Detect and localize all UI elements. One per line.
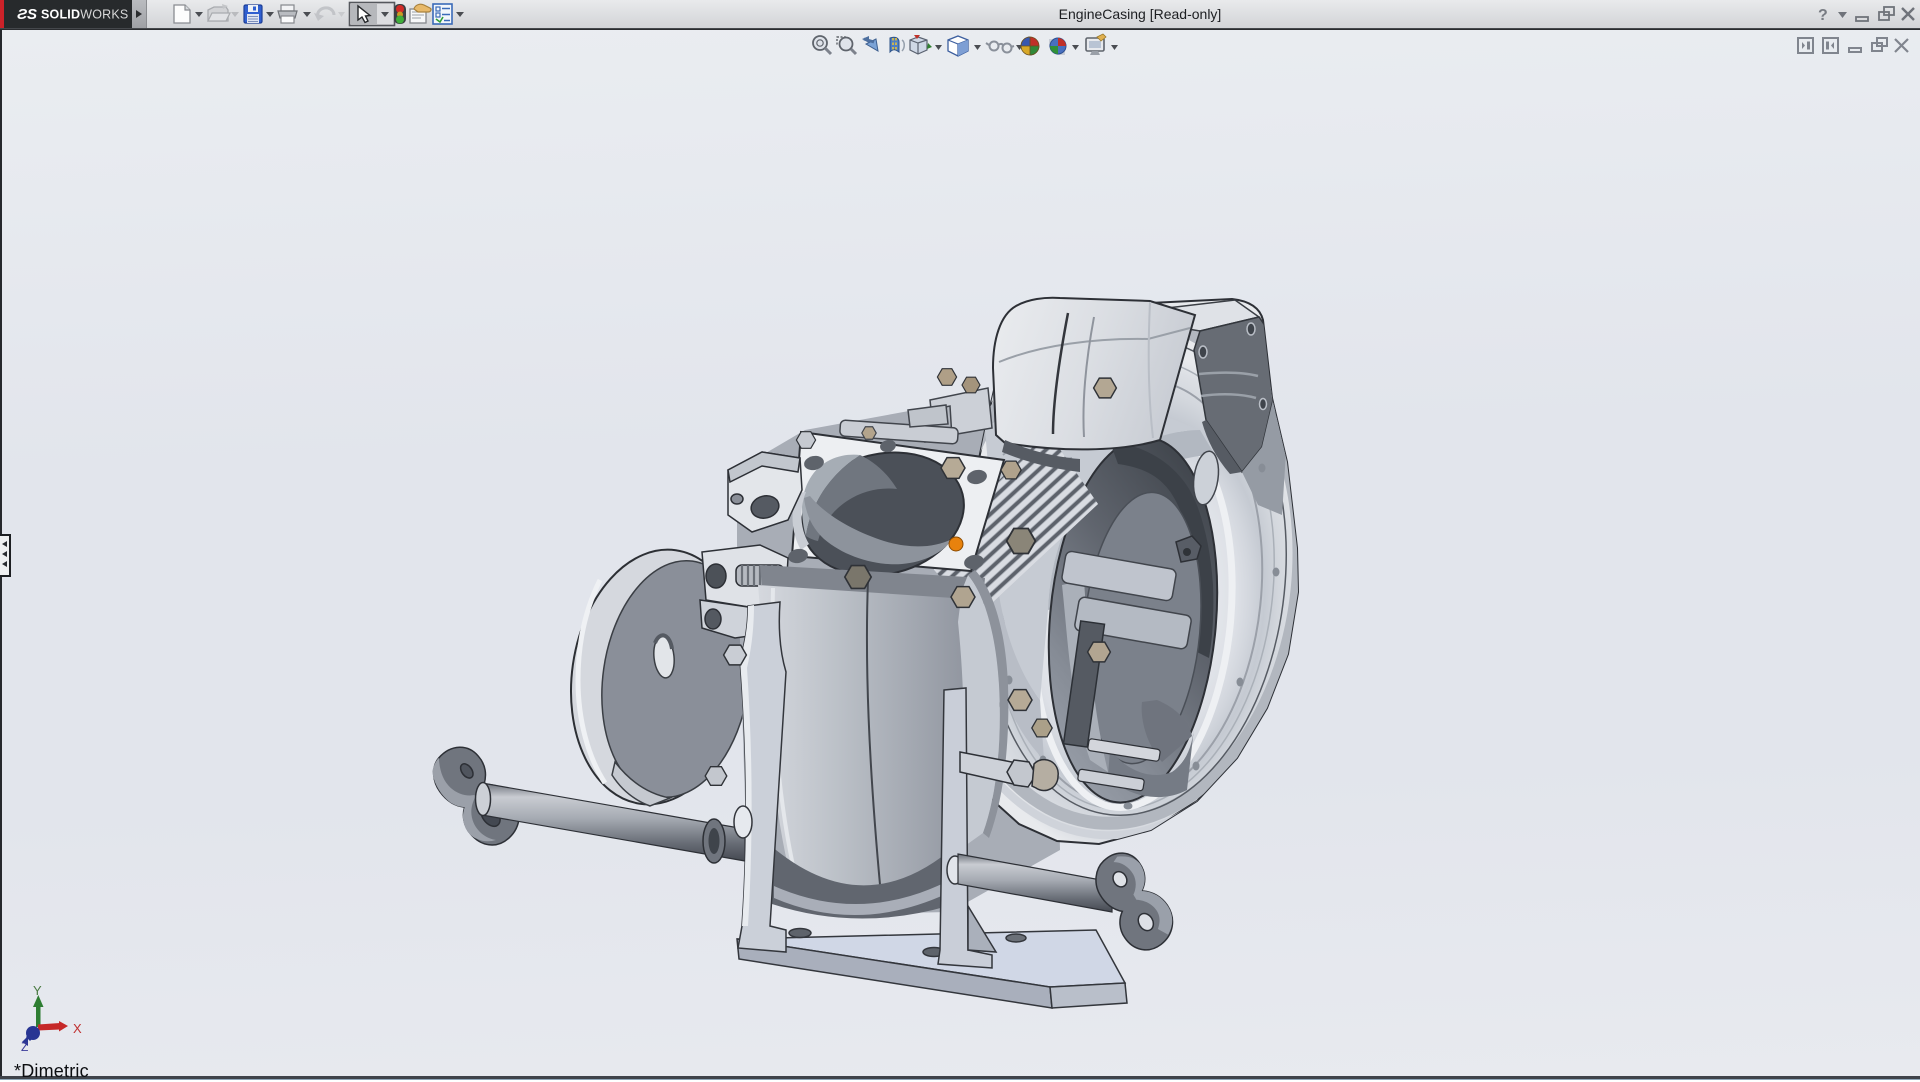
svg-text:X: X	[73, 1021, 82, 1036]
svg-text:Y: Y	[33, 983, 42, 998]
svg-text:Z: Z	[21, 1040, 28, 1054]
svg-text:?: ?	[1818, 7, 1828, 24]
